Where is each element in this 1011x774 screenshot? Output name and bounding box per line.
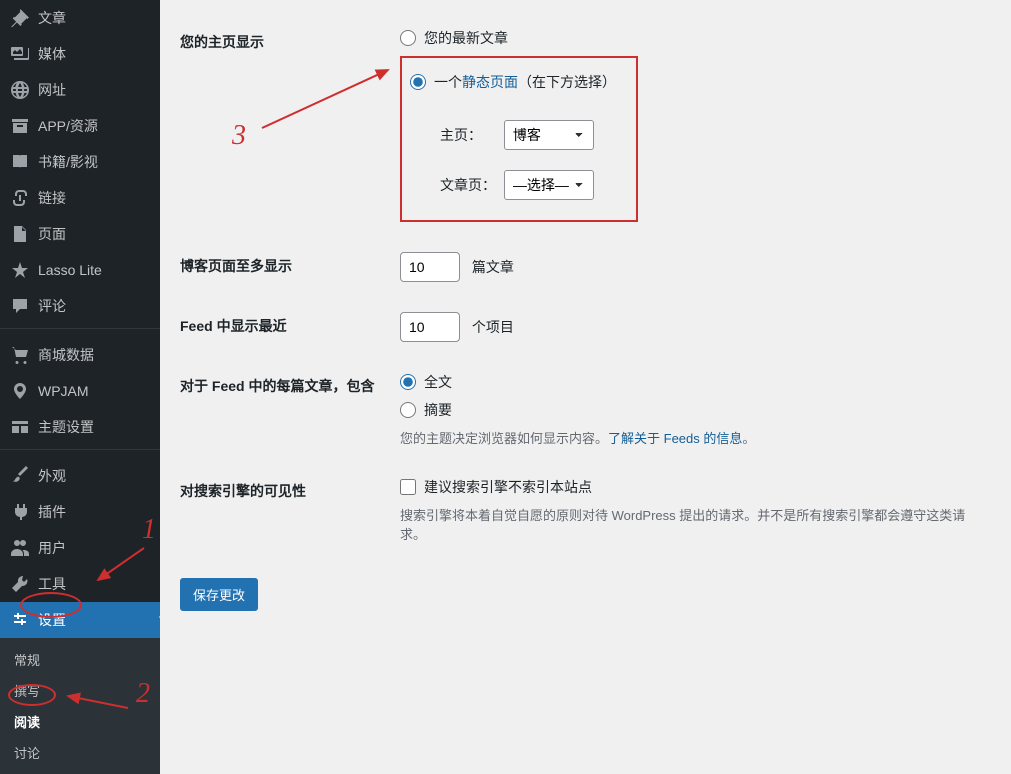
- lasso-icon: [10, 260, 30, 280]
- homepage-display-label: 您的主页显示: [180, 28, 400, 222]
- static-page-highlight: 一个静态页面（在下方选择） 主页： 博客 文章页： —选择—: [400, 56, 638, 222]
- blog-max-input[interactable]: [400, 252, 460, 282]
- sidebar-item-label: 链接: [38, 188, 66, 208]
- sidebar-item-theme[interactable]: 主题设置: [0, 409, 160, 445]
- sidebar-item-wpjam[interactable]: WPJAM: [0, 373, 160, 409]
- book-icon: [10, 152, 30, 172]
- sidebar-item-label: 文章: [38, 8, 66, 28]
- users-icon: [10, 538, 30, 558]
- media-icon: [10, 44, 30, 64]
- plugin-icon: [10, 502, 30, 522]
- sidebar-item-label: 外观: [38, 466, 66, 486]
- sidebar-item-link[interactable]: 链接: [0, 180, 160, 216]
- submenu-item[interactable]: 讨论: [0, 737, 160, 768]
- sidebar-item-page[interactable]: 页面: [0, 216, 160, 252]
- submenu-item[interactable]: 阅读: [0, 706, 160, 737]
- cart-icon: [10, 345, 30, 365]
- blog-max-label: 博客页面至多显示: [180, 252, 400, 282]
- sidebar-item-label: 网址: [38, 80, 66, 100]
- annotation-2: 2: [136, 678, 150, 710]
- radio-feed-full[interactable]: [400, 374, 416, 390]
- settings-icon: [10, 610, 30, 630]
- sidebar-item-globe[interactable]: 网址: [0, 72, 160, 108]
- radio-feed-summary-label: 摘要: [424, 400, 452, 420]
- feed-desc: 您的主题决定浏览器如何显示内容。了解关于 Feeds 的信息。: [400, 428, 991, 447]
- feed-recent-input[interactable]: [400, 312, 460, 342]
- seo-desc: 搜索引擎将本着自觉自愿的原则对待 WordPress 提出的请求。并不是所有搜索…: [400, 505, 991, 543]
- archive-icon: [10, 116, 30, 136]
- feed-learn-link[interactable]: 了解关于 Feeds 的信息: [608, 431, 742, 446]
- sidebar-item-pin[interactable]: 文章: [0, 0, 160, 36]
- blog-max-unit: 篇文章: [472, 259, 514, 275]
- sidebar-item-label: 媒体: [38, 44, 66, 64]
- brush-icon: [10, 466, 30, 486]
- wpjam-icon: [10, 381, 30, 401]
- annotation-1: 1: [142, 514, 156, 546]
- sidebar-item-label: 设置: [38, 610, 66, 630]
- sidebar-item-media[interactable]: 媒体: [0, 36, 160, 72]
- radio-feed-summary[interactable]: [400, 402, 416, 418]
- sidebar-item-archive[interactable]: APP/资源: [0, 108, 160, 144]
- page-icon: [10, 224, 30, 244]
- annotation-3: 3: [232, 120, 246, 152]
- sidebar-item-label: 商城数据: [38, 345, 94, 365]
- comment-icon: [10, 296, 30, 316]
- feed-recent-label: Feed 中显示最近: [180, 312, 400, 342]
- submenu-item[interactable]: 常规: [0, 644, 160, 675]
- sidebar-item-brush[interactable]: 外观: [0, 458, 160, 494]
- radio-static-page[interactable]: [410, 74, 426, 90]
- sidebar-item-label: Lasso Lite: [38, 262, 102, 278]
- posts-page-select[interactable]: —选择—: [504, 170, 594, 200]
- admin-sidebar: 文章媒体网址 APP/资源书籍/影视链接页面 Lasso Lite 评论商城数据 WPJ…: [0, 0, 160, 747]
- feed-recent-unit: 个项目: [472, 319, 514, 335]
- sidebar-item-label: WPJAM: [38, 383, 89, 399]
- sidebar-item-label: 书籍/影视: [38, 152, 98, 172]
- feed-content-label: 对于 Feed 中的每篇文章，包含: [180, 372, 400, 447]
- sidebar-item-wrench[interactable]: 工具: [0, 566, 160, 602]
- sidebar-item-label: 页面: [38, 224, 66, 244]
- sidebar-item-label: APP/资源: [38, 116, 98, 136]
- seo-noindex-label: 建议搜索引擎不索引本站点: [424, 477, 592, 497]
- wrench-icon: [10, 574, 30, 594]
- sidebar-item-label: 主题设置: [38, 417, 94, 437]
- globe-icon: [10, 80, 30, 100]
- homepage-select-label: 主页：: [440, 125, 500, 145]
- sidebar-item-plugin[interactable]: 插件: [0, 494, 160, 530]
- link-icon: [10, 188, 30, 208]
- save-button[interactable]: 保存更改: [180, 578, 258, 611]
- sidebar-item-users[interactable]: 用户: [0, 530, 160, 566]
- sidebar-item-lasso[interactable]: Lasso Lite: [0, 252, 160, 288]
- pin-icon: [10, 8, 30, 28]
- posts-page-select-label: 文章页：: [440, 175, 500, 195]
- sidebar-item-settings[interactable]: 设置: [0, 602, 160, 638]
- radio-latest-posts-label: 您的最新文章: [424, 28, 508, 48]
- sidebar-item-label: 工具: [38, 574, 66, 594]
- sidebar-item-label: 插件: [38, 502, 66, 522]
- settings-reading-content: 您的主页显示 您的最新文章 一个静态页面（在下方选择） 主页： 博客 文章页： …: [160, 0, 1011, 747]
- radio-latest-posts[interactable]: [400, 30, 416, 46]
- theme-icon: [10, 417, 30, 437]
- radio-feed-full-label: 全文: [424, 372, 452, 392]
- sidebar-item-label: 评论: [38, 296, 66, 316]
- sidebar-item-comment[interactable]: 评论: [0, 288, 160, 324]
- static-page-link[interactable]: 静态页面: [462, 74, 518, 90]
- seo-label: 对搜索引擎的可见性: [180, 477, 400, 543]
- homepage-select[interactable]: 博客: [504, 120, 594, 150]
- sidebar-item-book[interactable]: 书籍/影视: [0, 144, 160, 180]
- seo-noindex-checkbox[interactable]: [400, 479, 416, 495]
- sidebar-item-cart[interactable]: 商城数据: [0, 337, 160, 373]
- sidebar-item-label: 用户: [38, 538, 66, 558]
